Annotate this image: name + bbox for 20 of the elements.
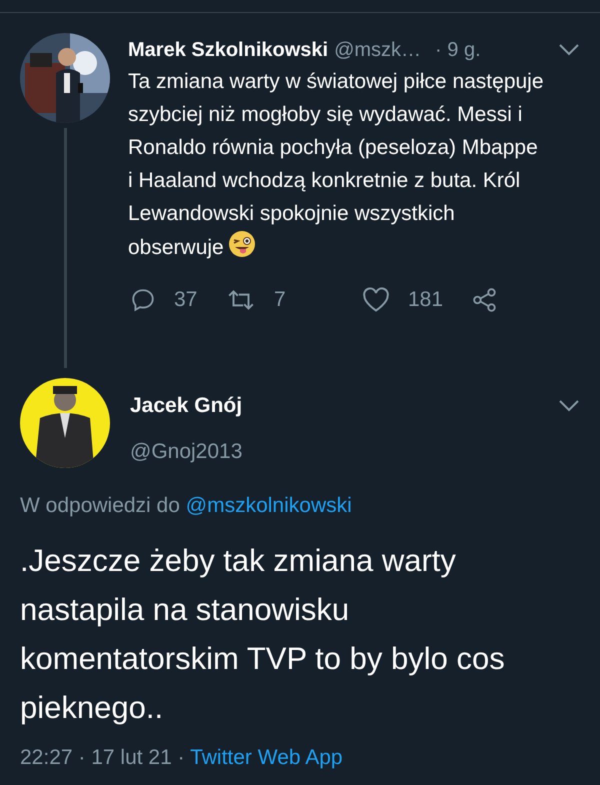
user-handle[interactable]: @mszk… — [334, 35, 422, 65]
mention-link[interactable]: @mszkolnikowski — [186, 494, 352, 517]
source-link[interactable]: Twitter Web App — [190, 746, 343, 768]
reply-context: W odpowiedzi do — [20, 494, 180, 517]
timestamp: 22:27 · 17 lut 21 · — [20, 746, 185, 768]
user-handle[interactable]: @Gnoj2013 — [130, 436, 580, 467]
tweet-text: .Jeszcze żeby tak zmiana warty nastapila na stanowisku komentatorskim TVP to by bylo cos pieknego.. — [20, 542, 506, 726]
retweet-count: 7 — [274, 287, 286, 313]
heart-icon[interactable] — [362, 286, 390, 313]
share-icon[interactable] — [472, 286, 498, 313]
speech-bubble-icon[interactable] — [130, 286, 156, 313]
reply-count: 37 — [174, 287, 198, 313]
chevron-down-icon[interactable] — [558, 398, 580, 413]
chevron-down-icon[interactable] — [558, 43, 580, 57]
author-name[interactable]: Jacek Gnój — [130, 390, 242, 422]
author-name[interactable]: Marek Szkolnikowski — [128, 35, 328, 65]
like-count: 181 — [408, 287, 444, 313]
tweet-time: · 9 g. — [435, 38, 481, 63]
winking-tongue-emoji-icon — [228, 230, 256, 258]
tweet-text: Ta zmiana warty w światowej piłce następuje szybciej niż mogłoby się wydawać. Messi i Ronaldo równia pochyła (peseloza) Mbappe i Haaland wchodzą konkretnie z buta. Król Lewandowski spokojnie wszystkich obserwuje — [128, 69, 545, 261]
